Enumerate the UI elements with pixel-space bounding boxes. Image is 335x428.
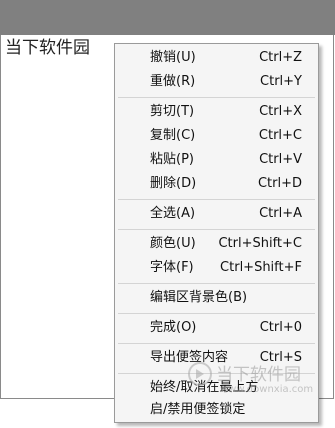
menu-item-shortcut: Ctrl+X bbox=[259, 104, 302, 119]
menu-item-label: 编辑区背景色(B) bbox=[150, 290, 248, 305]
menu-item-color[interactable]: 颜色(U) Ctrl+Shift+C bbox=[115, 232, 318, 256]
menu-item-label: 完成(O) bbox=[150, 320, 197, 335]
menu-item-cut[interactable]: 剪切(T) Ctrl+X bbox=[115, 100, 318, 124]
menu-item-done[interactable]: 完成(O) Ctrl+0 bbox=[115, 316, 318, 340]
watermark-logo-icon bbox=[188, 362, 212, 386]
menu-item-label: 启/禁用便签锁定 bbox=[150, 402, 246, 417]
menu-item-label: 字体(F) bbox=[150, 260, 194, 275]
window-titlebar[interactable] bbox=[0, 0, 335, 35]
menu-item-label: 全选(A) bbox=[150, 206, 196, 221]
watermark-name: 当下软件园 bbox=[216, 365, 301, 385]
menu-item-shortcut: Ctrl+Shift+C bbox=[218, 236, 302, 251]
menu-item-shortcut: Ctrl+0 bbox=[259, 320, 302, 335]
menu-item-label: 撤销(U) bbox=[150, 50, 196, 65]
menu-item-label: 重做(R) bbox=[150, 74, 196, 89]
menu-item-shortcut: Ctrl+C bbox=[258, 128, 302, 143]
menu-item-shortcut: Ctrl+D bbox=[257, 176, 302, 191]
menu-item-select-all[interactable]: 全选(A) Ctrl+A bbox=[115, 202, 318, 226]
note-text[interactable]: 当下软件园 bbox=[5, 38, 90, 58]
menu-item-lock-note[interactable]: 启/禁用便签锁定 bbox=[115, 398, 318, 422]
menu-item-copy[interactable]: 复制(C) Ctrl+C bbox=[115, 124, 318, 148]
menu-item-shortcut: Ctrl+Y bbox=[260, 74, 302, 89]
menu-item-shortcut: Ctrl+Z bbox=[259, 50, 302, 65]
context-menu: 撤销(U) Ctrl+Z 重做(R) Ctrl+Y 剪切(T) Ctrl+X 复… bbox=[114, 43, 319, 423]
watermark: 当下软件园 www.downxia.com bbox=[188, 360, 313, 400]
menu-item-label: 粘贴(P) bbox=[150, 152, 194, 167]
menu-item-shortcut: Ctrl+V bbox=[259, 152, 302, 167]
menu-item-background-color[interactable]: 编辑区背景色(B) bbox=[115, 286, 318, 310]
menu-separator bbox=[118, 199, 315, 200]
menu-item-font[interactable]: 字体(F) Ctrl+Shift+F bbox=[115, 256, 318, 280]
menu-item-label: 删除(D) bbox=[150, 176, 197, 191]
menu-separator bbox=[118, 313, 315, 314]
menu-item-delete[interactable]: 删除(D) Ctrl+D bbox=[115, 172, 318, 196]
menu-item-shortcut: Ctrl+A bbox=[259, 206, 302, 221]
menu-item-paste[interactable]: 粘贴(P) Ctrl+V bbox=[115, 148, 318, 172]
menu-separator bbox=[118, 283, 315, 284]
menu-item-label: 复制(C) bbox=[150, 128, 196, 143]
menu-item-undo[interactable]: 撤销(U) Ctrl+Z bbox=[115, 46, 318, 70]
menu-separator bbox=[118, 97, 315, 98]
menu-separator bbox=[118, 343, 315, 344]
menu-item-redo[interactable]: 重做(R) Ctrl+Y bbox=[115, 70, 318, 94]
menu-item-label: 剪切(T) bbox=[150, 104, 195, 119]
menu-item-label: 颜色(U) bbox=[150, 236, 196, 251]
watermark-url: www.downxia.com bbox=[220, 384, 314, 395]
menu-separator bbox=[118, 229, 315, 230]
menu-item-shortcut: Ctrl+Shift+F bbox=[220, 260, 302, 275]
